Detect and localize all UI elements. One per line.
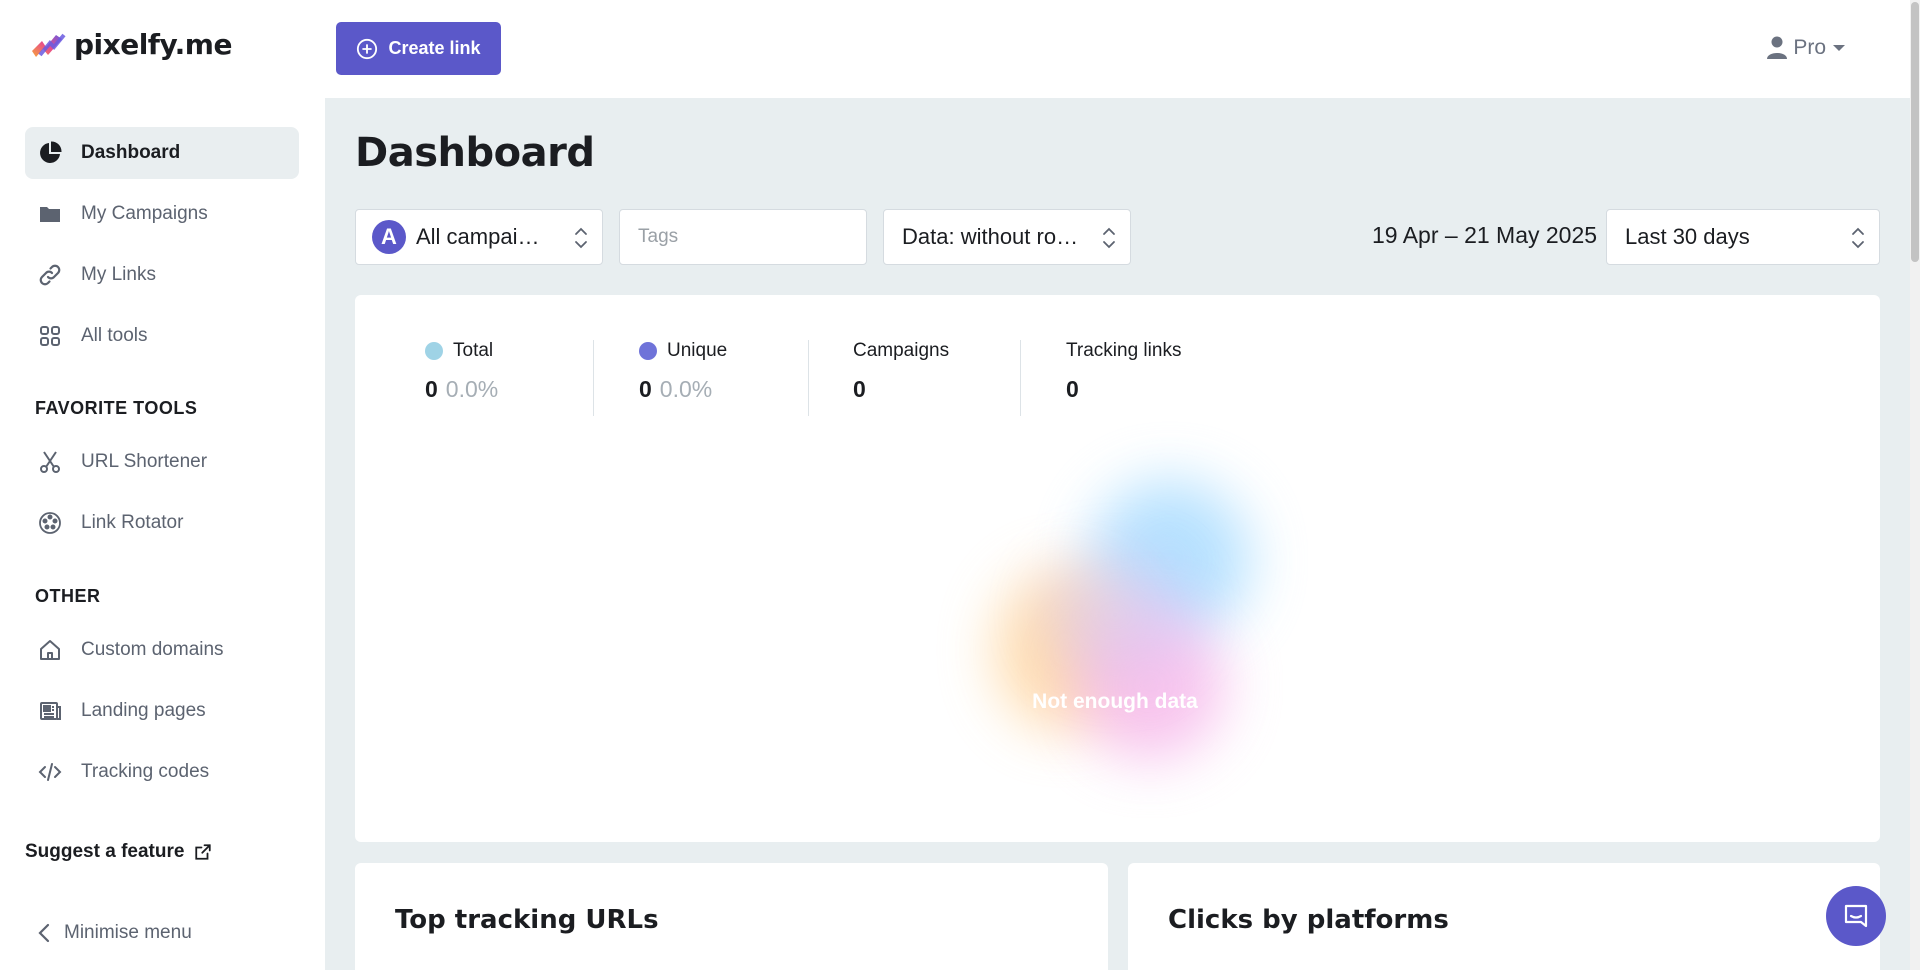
home-icon (37, 637, 63, 663)
sidebar-item-dashboard[interactable]: Dashboard (25, 127, 299, 179)
blob (1045, 555, 1185, 675)
sidebar-item-label: Dashboard (81, 142, 181, 163)
sidebar-nav: Dashboard My Campaigns My Links All tool… (25, 127, 299, 371)
stat-value: 0 (1066, 376, 1079, 402)
unique-dot (639, 342, 657, 360)
external-link-icon (195, 844, 212, 860)
stat-value: 0 (853, 376, 866, 402)
divider (593, 340, 594, 416)
campaign-select[interactable]: A All campai… (355, 209, 603, 265)
folder-icon (37, 201, 63, 227)
stat-value: 0 (639, 376, 652, 402)
period-select-value: Last 30 days (1625, 224, 1750, 249)
card-title: Clicks by platforms (1168, 905, 1449, 935)
stats-card: Total 0 0.0% Unique 0 0.0% Campaigns 0 Tra… (355, 295, 1880, 842)
card-title: Top tracking URLs (395, 905, 659, 935)
stat-value: 0 (425, 376, 438, 402)
user-icon (1767, 36, 1788, 59)
divider (1020, 340, 1021, 416)
date-range-label: 19 Apr – 21 May 2025 (1372, 222, 1598, 248)
link-icon (37, 262, 63, 288)
other-nav: Custom domains Landing pages Tracking co… (25, 624, 299, 807)
divider (808, 340, 809, 416)
chat-button[interactable] (1826, 886, 1886, 946)
suggest-feature-label: Suggest a feature (25, 841, 185, 862)
data-filter-value: Data: without ro… (902, 224, 1079, 249)
plus-circle-icon (357, 38, 378, 59)
rotator-icon (37, 510, 63, 536)
tags-input[interactable]: Tags (619, 209, 867, 265)
data-filter-select[interactable]: Data: without ro… (883, 209, 1131, 265)
stat-label: Tracking links (1066, 340, 1182, 361)
chevron-up-down-icon (1852, 227, 1864, 249)
sidebar-item-label: URL Shortener (81, 451, 208, 472)
empty-state-message: Not enough data (1032, 690, 1198, 713)
sidebar-item-label: Link Rotator (81, 512, 184, 533)
stat-campaigns: Campaigns 0 (853, 340, 949, 415)
sidebar-item-label: My Links (81, 264, 156, 285)
sidebar-item-landing-pages[interactable]: Landing pages (25, 685, 299, 737)
minimise-menu-button[interactable]: Minimise menu (38, 922, 192, 944)
tags-placeholder: Tags (638, 226, 679, 247)
stat-tracking-links: Tracking links 0 (1066, 340, 1181, 415)
main-content: Dashboard A All campai… Tags Data: witho… (325, 98, 1910, 970)
chat-icon (1844, 904, 1868, 928)
pie-chart-icon (37, 140, 63, 166)
chevron-up-down-icon (575, 227, 587, 249)
sidebar-item-label: All tools (81, 325, 148, 346)
stat-percent: 0.0% (659, 376, 713, 402)
newspaper-icon (37, 698, 63, 724)
sidebar-item-label: Tracking codes (81, 761, 210, 782)
empty-state-graphic: Not enough data (915, 415, 1315, 815)
campaign-avatar: A (372, 220, 406, 254)
caret-down-icon (1833, 45, 1845, 51)
plan-label: Pro (1793, 36, 1826, 59)
topbar: Create link Pro (325, 0, 1910, 98)
total-dot (425, 342, 443, 360)
scrollbar-thumb[interactable] (1911, 2, 1919, 262)
favorite-tools-heading: FAVORITE TOOLS (35, 398, 198, 418)
chevron-up-down-icon (1103, 227, 1115, 249)
sidebar-item-custom-domains[interactable]: Custom domains (25, 624, 299, 676)
stat-unique: Unique 0 0.0% (639, 340, 727, 415)
sidebar-item-label: Custom domains (81, 639, 224, 660)
minimise-menu-label: Minimise menu (64, 922, 192, 943)
page-title: Dashboard (355, 130, 595, 176)
clicks-by-platforms-card: Clicks by platforms (1128, 863, 1880, 970)
stat-label: Campaigns (853, 340, 950, 361)
period-select[interactable]: Last 30 days (1606, 209, 1880, 265)
sidebar-item-url-shortener[interactable]: URL Shortener (25, 436, 299, 488)
sidebar-item-link-rotator[interactable]: Link Rotator (25, 497, 299, 549)
sidebar-item-tracking-codes[interactable]: Tracking codes (25, 746, 299, 798)
stat-total: Total 0 0.0% (425, 340, 498, 415)
logo-text: pixelfy.me (74, 28, 232, 61)
other-heading: OTHER (35, 586, 101, 606)
campaign-select-value: All campai… (416, 224, 540, 249)
sidebar-item-my-links[interactable]: My Links (25, 249, 299, 301)
stat-label: Total (453, 340, 494, 361)
top-tracking-urls-card: Top tracking URLs (355, 863, 1108, 970)
sidebar-item-label: Landing pages (81, 700, 206, 721)
create-link-button[interactable]: Create link (336, 22, 501, 75)
favorite-tools-nav: URL Shortener Link Rotator (25, 436, 299, 558)
stat-label: Unique (667, 340, 728, 361)
account-menu[interactable]: Pro (1767, 36, 1846, 60)
scissors-icon (37, 449, 63, 475)
sidebar: pixelfy.me Dashboard My Campaigns My Lin… (0, 0, 325, 970)
grid-icon (37, 323, 63, 349)
sidebar-item-my-campaigns[interactable]: My Campaigns (25, 188, 299, 240)
logo-icon (32, 33, 66, 57)
sidebar-item-label: My Campaigns (81, 203, 208, 224)
logo[interactable]: pixelfy.me (30, 28, 232, 61)
code-icon (37, 759, 63, 785)
page-scrollbar[interactable] (1910, 0, 1920, 970)
chevron-left-icon (38, 923, 50, 943)
suggest-feature-link[interactable]: Suggest a feature (25, 841, 212, 863)
create-link-label: Create link (388, 38, 481, 58)
sidebar-item-all-tools[interactable]: All tools (25, 310, 299, 362)
stat-percent: 0.0% (445, 376, 499, 402)
